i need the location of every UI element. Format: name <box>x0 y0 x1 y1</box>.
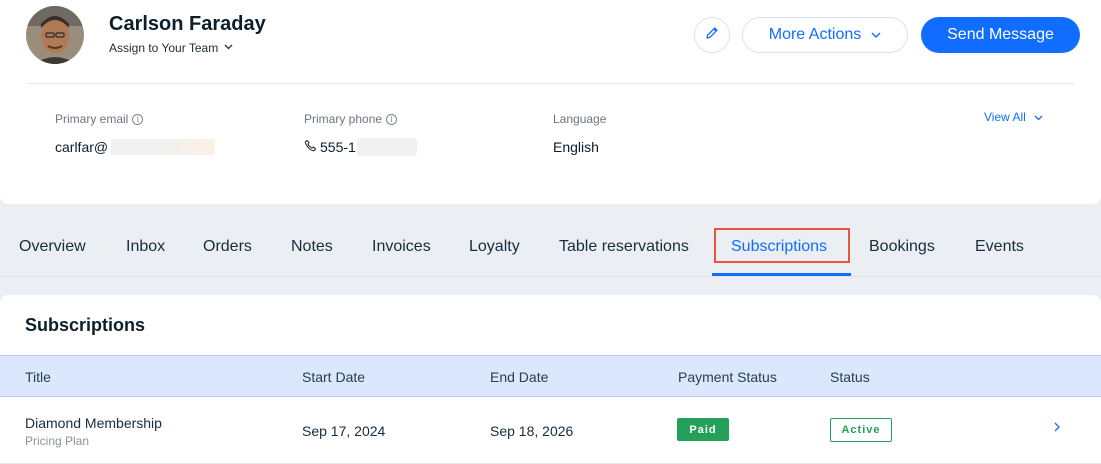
assign-label: Assign to Your Team <box>109 41 219 55</box>
redacted-phone <box>356 138 417 156</box>
language-label: Language <box>553 112 607 126</box>
payment-status-badge: Paid <box>677 418 729 441</box>
end-date-cell: Sep 18, 2026 <box>490 423 574 439</box>
more-actions-button[interactable]: More Actions <box>742 17 908 53</box>
tab-events[interactable]: Events <box>975 226 1024 276</box>
header-divider <box>28 83 1075 84</box>
redacted-email <box>111 139 216 155</box>
subscription-subtitle: Pricing Plan <box>25 434 90 448</box>
send-message-button[interactable]: Send Message <box>921 17 1080 53</box>
language-block: Language English <box>553 112 606 156</box>
primary-phone-value[interactable]: 555-1 <box>320 139 356 155</box>
primary-phone-block: Primary phone i 555-1 <box>304 112 417 156</box>
avatar[interactable] <box>26 6 84 64</box>
tab-inbox[interactable]: Inbox <box>126 226 165 276</box>
subscription-title: Diamond Membership <box>25 415 162 431</box>
contact-header-card: Carlson Faraday Assign to Your Team More… <box>0 0 1101 204</box>
column-header-status: Status <box>830 369 870 385</box>
tab-bookings[interactable]: Bookings <box>869 226 935 276</box>
contact-tabs: Overview Inbox Orders Notes Invoices Loy… <box>0 226 1101 276</box>
more-actions-label: More Actions <box>768 26 862 43</box>
column-header-title: Title <box>25 369 51 385</box>
table-row[interactable]: Diamond Membership Pricing Plan Sep 17, … <box>0 397 1101 464</box>
primary-email-block: Primary email i carlfar@ <box>55 112 216 156</box>
tab-overview[interactable]: Overview <box>19 226 86 276</box>
primary-email-label: Primary email <box>55 112 129 126</box>
table-header: Title Start Date End Date Payment Status… <box>0 355 1101 397</box>
contact-name: Carlson Faraday <box>109 13 266 35</box>
view-all-label: View All <box>984 110 1026 124</box>
tab-orders[interactable]: Orders <box>203 226 252 276</box>
chevron-right-icon[interactable] <box>1054 421 1060 435</box>
language-value: English <box>553 139 599 155</box>
primary-email-value[interactable]: carlfar@ <box>55 139 108 155</box>
active-tab-indicator <box>712 273 851 276</box>
view-all-link[interactable]: View All <box>984 110 1043 124</box>
send-message-label: Send Message <box>947 26 1054 43</box>
column-header-payment-status: Payment Status <box>678 369 777 385</box>
info-icon[interactable]: i <box>132 113 144 125</box>
tab-notes[interactable]: Notes <box>291 226 333 276</box>
column-header-end-date: End Date <box>490 369 549 385</box>
primary-phone-label: Primary phone <box>304 112 383 126</box>
tab-subscriptions[interactable]: Subscriptions <box>731 226 827 276</box>
subscription-title-cell: Diamond Membership Pricing Plan <box>25 415 162 448</box>
tab-table-reservations[interactable]: Table reservations <box>559 226 689 276</box>
chevron-down-icon <box>871 26 881 44</box>
phone-icon <box>304 139 317 155</box>
info-icon[interactable]: i <box>386 113 398 125</box>
pencil-icon <box>704 25 720 46</box>
tab-invoices[interactable]: Invoices <box>372 226 431 276</box>
chevron-down-icon <box>1034 110 1043 124</box>
tab-loyalty[interactable]: Loyalty <box>469 226 520 276</box>
status-badge: Active <box>830 418 892 442</box>
assign-to-team-dropdown[interactable]: Assign to Your Team <box>109 41 233 55</box>
section-title: Subscriptions <box>25 315 146 335</box>
chevron-down-icon <box>224 43 233 53</box>
subscriptions-card: Subscriptions Title Start Date End Date … <box>0 295 1101 464</box>
tabs-divider <box>0 276 1101 277</box>
column-header-start-date: Start Date <box>302 369 366 385</box>
start-date-cell: Sep 17, 2024 <box>302 423 386 439</box>
edit-contact-button[interactable] <box>694 17 730 53</box>
